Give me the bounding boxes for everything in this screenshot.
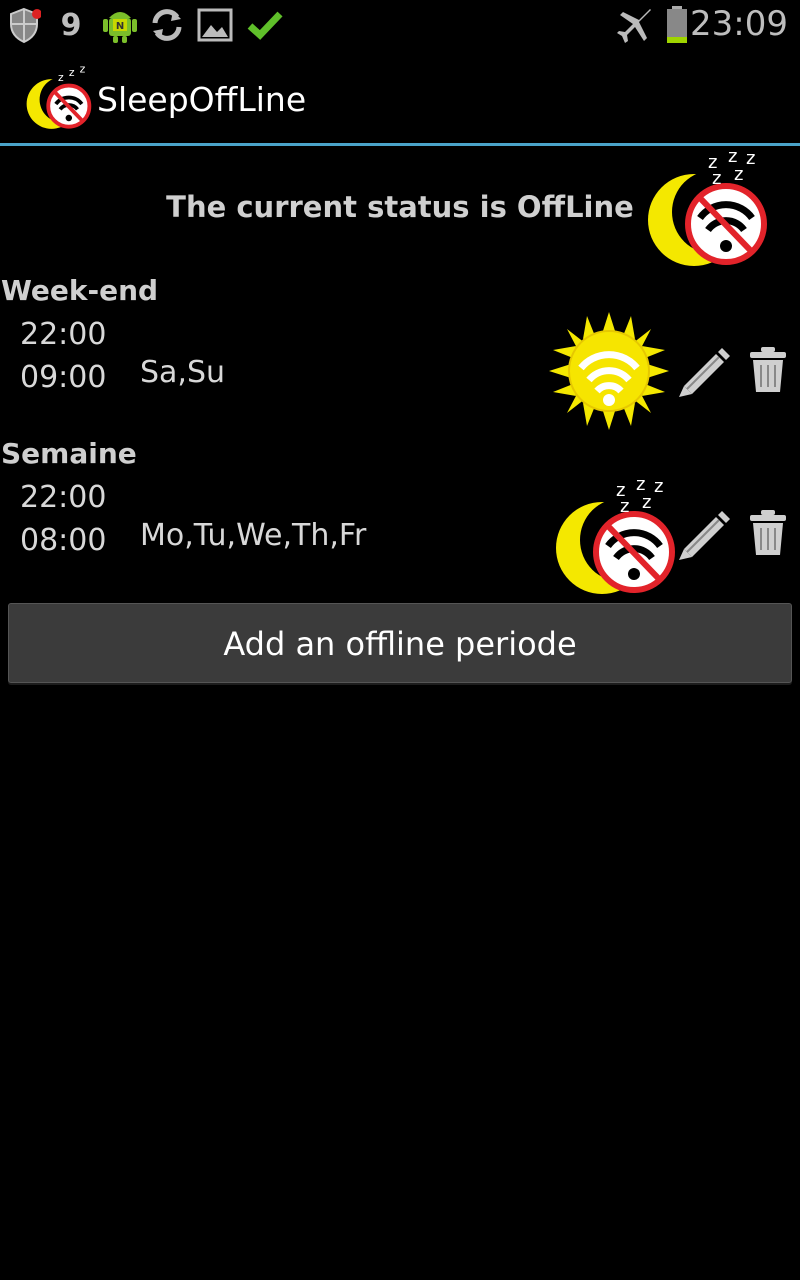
shield-icon	[6, 6, 42, 44]
trash-icon[interactable]	[748, 346, 788, 394]
period-start-time: 22:00	[20, 317, 107, 352]
moon-no-wifi-icon[interactable]: z z z z z	[550, 474, 678, 598]
status-bar: 9 N 23:09	[0, 0, 800, 50]
period-end-time: 08:00	[20, 523, 107, 558]
period-name: Semaine	[1, 437, 137, 470]
svg-text:z: z	[746, 148, 755, 169]
edit-pencil-icon[interactable]	[676, 346, 732, 398]
add-offline-period-button[interactable]: Add an offline periode	[8, 603, 792, 683]
sun-wifi-icon[interactable]	[549, 312, 669, 432]
period-name: Week-end	[1, 274, 159, 307]
period-days: Mo,Tu,We,Th,Fr	[140, 518, 367, 553]
svg-text:z: z	[734, 164, 743, 185]
action-bar: z z z SleepOffLine	[0, 50, 800, 143]
sync-icon	[148, 6, 186, 44]
svg-text:N: N	[116, 21, 124, 32]
edit-pencil-icon[interactable]	[676, 509, 732, 561]
svg-text:z: z	[58, 71, 64, 84]
airplane-icon	[616, 6, 656, 44]
check-icon	[246, 6, 284, 44]
svg-text:z: z	[80, 65, 86, 76]
svg-text:z: z	[642, 492, 651, 513]
app-logo-icon: z z z	[22, 63, 94, 131]
image-icon	[196, 6, 234, 44]
trash-icon[interactable]	[748, 509, 788, 557]
status-time: 23:09	[690, 4, 788, 44]
period-start-time: 22:00	[20, 480, 107, 515]
moon-no-wifi-icon: z z z z z	[642, 146, 770, 270]
android-icon: N	[100, 6, 140, 44]
battery-icon	[664, 6, 690, 44]
period-days: Sa,Su	[140, 355, 226, 390]
svg-text:z: z	[654, 476, 663, 497]
app-title: SleepOffLine	[97, 80, 307, 119]
svg-text:z: z	[620, 496, 629, 517]
period-end-time: 09:00	[20, 360, 107, 395]
notification-count: 9	[60, 7, 82, 43]
action-bar-divider	[0, 143, 800, 146]
svg-text:z: z	[712, 168, 721, 189]
svg-text:z: z	[69, 66, 75, 79]
